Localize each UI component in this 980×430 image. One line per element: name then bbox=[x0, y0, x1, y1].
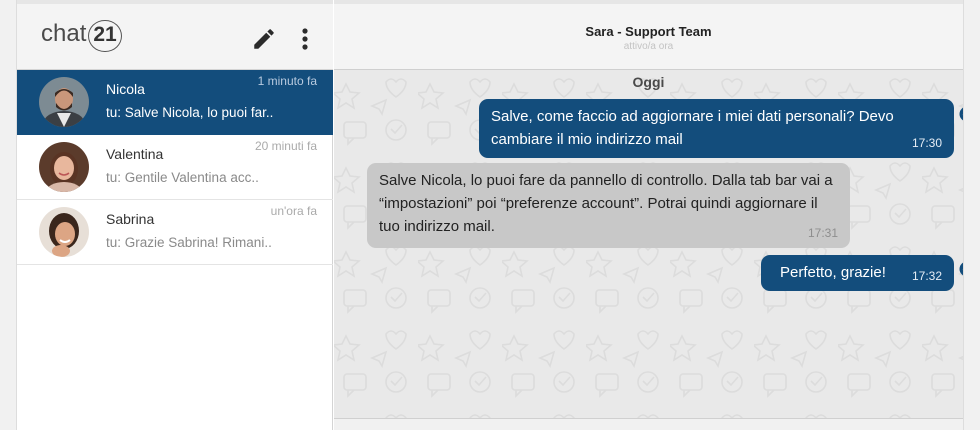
logo-text: chat bbox=[41, 20, 87, 47]
message-bubble-incoming: Salve Nicola, lo puoi fare da pannello d… bbox=[367, 163, 850, 248]
conversation-list: Nicola 1 minuto fa tu: Salve Nicola, lo … bbox=[17, 70, 333, 265]
conversation-name: Sabrina bbox=[106, 211, 155, 227]
message-time: 17:30 bbox=[911, 136, 942, 150]
read-check-icon bbox=[959, 107, 963, 121]
message-bubble-outgoing: Salve, come faccio ad aggiornare i miei … bbox=[479, 99, 954, 158]
more-menu-button[interactable] bbox=[297, 26, 313, 52]
conversation-name: Nicola bbox=[106, 81, 145, 97]
sidebar: chat 21 Nicola 1 minuto fa tu: Salve Nico… bbox=[17, 0, 333, 430]
day-separator: Oggi bbox=[632, 74, 665, 90]
chat-title: Sara - Support Team bbox=[585, 24, 712, 39]
message-composer[interactable] bbox=[334, 418, 963, 430]
message-bubble-outgoing: Perfetto, grazie! 17:32 bbox=[761, 255, 954, 291]
message-text: Perfetto, grazie! bbox=[780, 264, 886, 281]
more-vert-icon bbox=[302, 28, 308, 50]
message-text: Salve, come faccio ad aggiornare i miei … bbox=[491, 108, 894, 148]
chat-header: Sara - Support Team attivo/a ora bbox=[334, 0, 963, 70]
conversation-time: 20 minuti fa bbox=[254, 139, 317, 153]
conversation-time: 1 minuto fa bbox=[257, 74, 317, 88]
avatar bbox=[39, 77, 89, 127]
sidebar-header: chat 21 bbox=[17, 0, 333, 70]
conversation-last-message: tu: Salve Nicola, lo puoi far.. bbox=[106, 105, 274, 120]
avatar bbox=[39, 142, 89, 192]
new-chat-button[interactable] bbox=[251, 26, 277, 52]
message-text: Salve Nicola, lo puoi fare da pannello d… bbox=[379, 172, 833, 235]
app-logo: chat 21 bbox=[41, 20, 122, 52]
conversation-last-message: tu: Grazie Sabrina! Rimani.. bbox=[106, 235, 272, 250]
conversation-last-message: tu: Gentile Valentina acc.. bbox=[106, 170, 259, 185]
message-time: 17:31 bbox=[807, 226, 838, 240]
avatar bbox=[39, 207, 89, 257]
chat-pane: Sara - Support Team attivo/a ora Oggi Sa… bbox=[334, 0, 963, 430]
conversation-item-nicola[interactable]: Nicola 1 minuto fa tu: Salve Nicola, lo … bbox=[17, 70, 333, 135]
chat-app: chat 21 Nicola 1 minuto fa tu: Salve Nico… bbox=[16, 0, 964, 430]
conversation-item-valentina[interactable]: Valentina 20 minuti fa tu: Gentile Valen… bbox=[17, 135, 333, 200]
chat-status: attivo/a ora bbox=[623, 41, 674, 52]
logo-number: 21 bbox=[88, 20, 122, 52]
conversation-name: Valentina bbox=[106, 146, 164, 162]
message-time: 17:32 bbox=[911, 269, 942, 283]
conversation-time: un'ora fa bbox=[270, 204, 317, 218]
message-area[interactable]: Oggi Salve, come faccio ad aggiornare i … bbox=[334, 70, 963, 418]
pencil-icon bbox=[254, 29, 274, 49]
read-check-icon bbox=[959, 262, 963, 276]
conversation-item-sabrina[interactable]: Sabrina un'ora fa tu: Grazie Sabrina! Ri… bbox=[17, 200, 333, 265]
